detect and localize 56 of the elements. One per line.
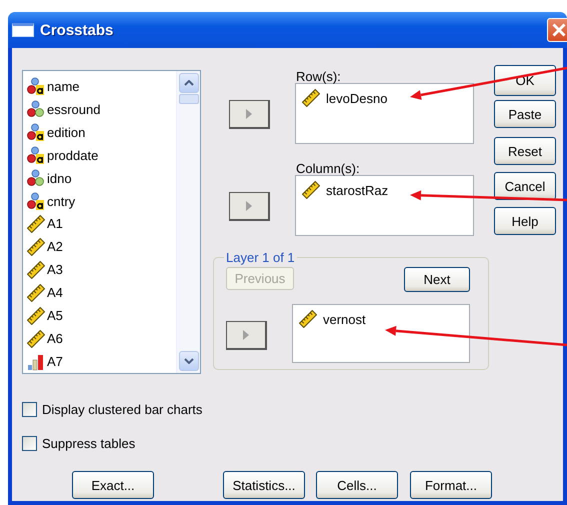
- window-icon: [12, 23, 34, 37]
- variable-item[interactable]: A6: [27, 327, 176, 350]
- dialog-button[interactable]: Cancel: [494, 172, 556, 200]
- variable-item[interactable]: A2: [27, 235, 176, 258]
- dialog-button[interactable]: Statistics...: [223, 471, 305, 499]
- variable-item[interactable]: edition: [27, 120, 176, 144]
- variable-item[interactable]: vernost: [299, 309, 463, 329]
- triangle-right-icon: [243, 330, 249, 340]
- variable-item[interactable]: A3: [27, 258, 176, 282]
- box-label: Column(s):: [296, 162, 361, 175]
- variable-item[interactable]: levoDesno: [302, 88, 467, 108]
- variable-item[interactable]: A4: [27, 281, 176, 304]
- layer-variables-box[interactable]: vernost: [292, 304, 470, 363]
- column-variables-box[interactable]: starostRaz: [295, 175, 474, 236]
- balls-letter-icon: [27, 123, 45, 142]
- scrollbar[interactable]: [176, 71, 200, 373]
- close-icon[interactable]: [547, 18, 567, 42]
- checkbox-label: Display clustered bar charts: [42, 402, 202, 417]
- dialog-button[interactable]: Format...: [410, 471, 492, 499]
- dialog-button[interactable]: Cells...: [316, 471, 398, 499]
- variable-list[interactable]: name essround edition proddate idno cntry A1 A2 A3 A4 A5 A6 A7: [22, 70, 201, 374]
- dialog-button[interactable]: Paste: [494, 100, 556, 128]
- scroll-up-icon: [184, 80, 194, 86]
- variable-item[interactable]: cntry: [27, 190, 176, 213]
- balls-letter-icon: [27, 146, 45, 164]
- next-button[interactable]: Next: [404, 267, 470, 292]
- dialog-button[interactable]: Reset: [494, 137, 556, 165]
- checkbox[interactable]: [22, 436, 37, 451]
- variable-item[interactable]: proddate: [27, 144, 176, 167]
- variable-item[interactable]: A7: [27, 350, 176, 373]
- balls-letter-icon: [27, 192, 45, 210]
- checkbox[interactable]: [22, 402, 37, 417]
- variable-item[interactable]: A5: [27, 304, 176, 328]
- variable-item[interactable]: starostRaz: [302, 180, 467, 200]
- move-button[interactable]: [226, 321, 267, 350]
- checkbox-label: Suppress tables: [42, 436, 136, 451]
- variable-item[interactable]: idno: [27, 166, 176, 190]
- move-button[interactable]: [229, 100, 270, 129]
- triangle-right-icon: [246, 109, 252, 119]
- box-label: Row(s):: [296, 70, 342, 83]
- row-variables-box[interactable]: levoDesno: [295, 83, 474, 144]
- balls-icon: [27, 169, 45, 188]
- dialog-button[interactable]: Exact...: [72, 471, 154, 499]
- window-title: Crosstabs: [40, 22, 114, 38]
- move-button[interactable]: [229, 192, 270, 221]
- variable-item[interactable]: A1: [27, 212, 176, 236]
- bar-chart-icon: [27, 352, 45, 371]
- balls-letter-icon: [27, 77, 45, 96]
- scroll-down-icon: [184, 358, 194, 364]
- triangle-right-icon: [246, 201, 252, 211]
- layer-label: Layer 1 of 1: [225, 250, 296, 265]
- variable-item[interactable]: essround: [27, 98, 176, 121]
- variable-item[interactable]: name: [27, 75, 176, 98]
- balls-icon: [27, 100, 45, 118]
- scroll-thumb[interactable]: [178, 94, 198, 104]
- dialog-button[interactable]: Help: [494, 207, 556, 235]
